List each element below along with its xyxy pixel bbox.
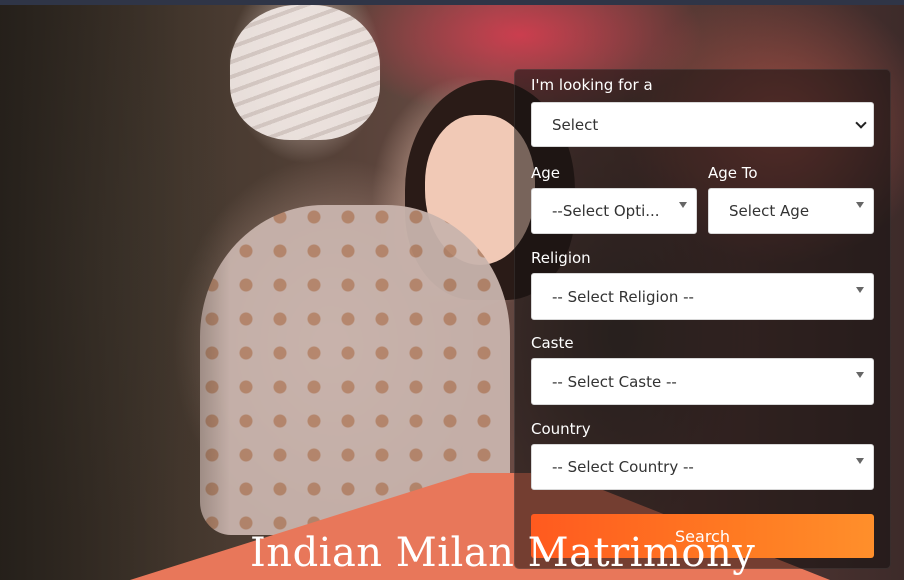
caste-value: -- Select Caste -- (552, 372, 677, 391)
age-value: --Select Opti... (552, 202, 660, 220)
looking-for-label: I'm looking for a (531, 76, 653, 94)
caste-select[interactable]: -- Select Caste -- (531, 358, 874, 405)
caret-down-icon (856, 372, 864, 378)
age-to-label: Age To (708, 164, 758, 182)
country-label: Country (531, 420, 591, 438)
caret-down-icon (856, 287, 864, 293)
country-value: -- Select Country -- (552, 458, 694, 476)
looking-for-value: Select (552, 115, 599, 134)
caret-down-icon (856, 458, 864, 464)
site-title: Indian Milan Matrimony (250, 530, 756, 576)
chevron-down-icon (855, 117, 867, 129)
caret-down-icon (679, 202, 687, 208)
religion-select[interactable]: -- Select Religion -- (531, 273, 874, 320)
photo-groom-turban (230, 5, 380, 140)
age-to-select[interactable]: Select Age (708, 188, 874, 234)
caste-label: Caste (531, 334, 574, 352)
religion-label: Religion (531, 249, 591, 267)
age-select[interactable]: --Select Opti... (531, 188, 697, 234)
country-select[interactable]: -- Select Country -- (531, 444, 874, 490)
age-label: Age (531, 164, 561, 182)
looking-for-select[interactable]: Select (531, 102, 874, 147)
caret-down-icon (856, 202, 864, 208)
age-to-value: Select Age (729, 202, 810, 220)
religion-value: -- Select Religion -- (552, 287, 694, 306)
